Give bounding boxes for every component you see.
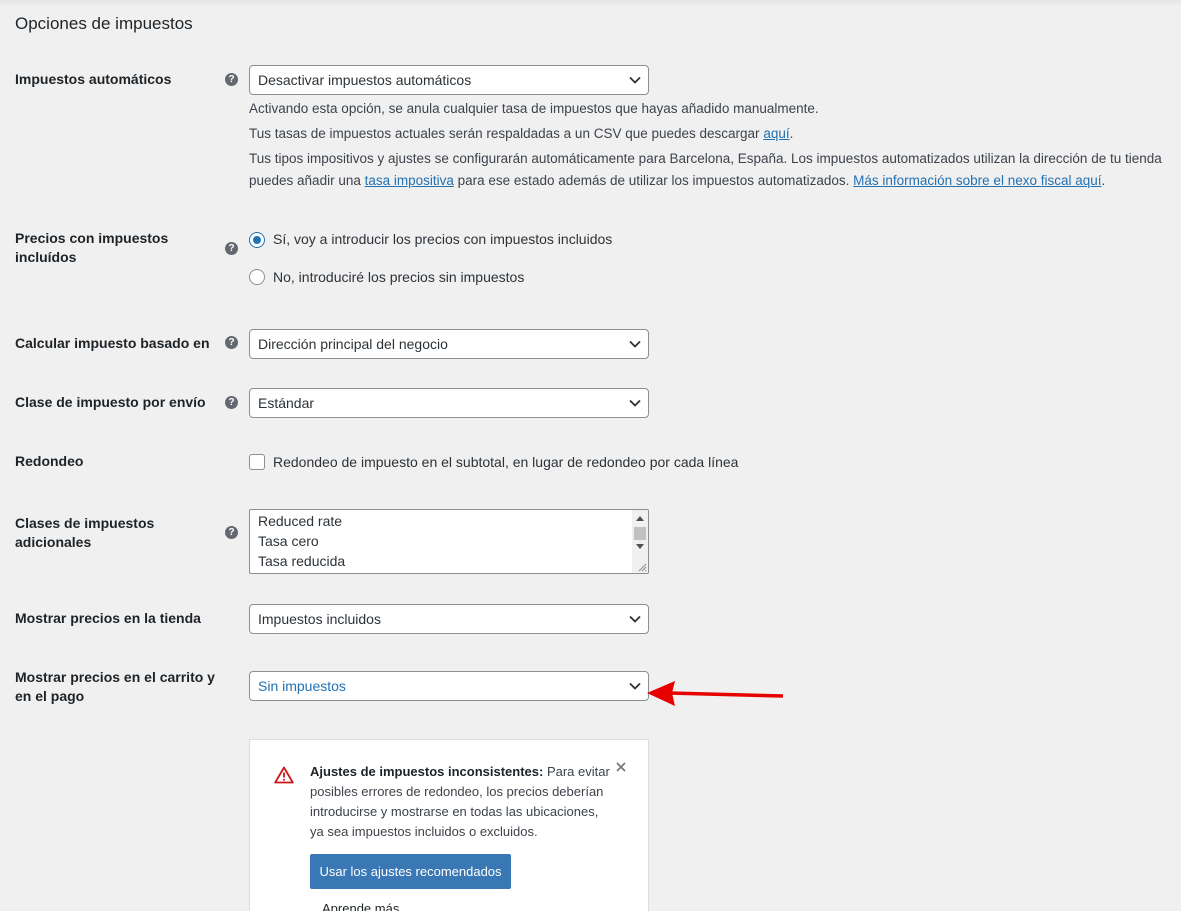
display-cart-prices-label: Mostrar precios en el carrito y en el pa… [15,669,215,704]
radio-prices-include-tax-yes[interactable] [249,232,265,248]
rounding-checkbox[interactable] [249,454,265,470]
chevron-down-icon [629,682,641,690]
textarea-line: Tasa reducida [258,553,346,569]
annotation-arrow-icon [647,681,784,706]
tax-rate-link[interactable]: tasa impositiva [365,173,454,188]
automatic-tax-description-1: Activando esta opción, se anula cualquie… [249,101,819,116]
display-cart-prices-select[interactable]: Sin impuestos [249,671,649,701]
desc-text: Tus tasas de impuestos actuales serán re… [249,126,764,141]
additional-tax-classes-textarea[interactable]: Reduced rate Tasa cero Tasa reducida [249,509,649,574]
shipping-tax-class-select[interactable]: Estándar [249,388,649,418]
display-shop-prices-select[interactable]: Impuestos incluidos [249,604,649,634]
radio-label-no[interactable]: No, introduciré los precios sin impuesto… [273,269,524,285]
select-value: Dirección principal del negocio [258,336,448,352]
close-icon[interactable] [614,760,628,774]
help-icon[interactable]: ? [225,73,238,86]
select-value: Desactivar impuestos automáticos [258,72,472,88]
select-value: Estándar [258,395,315,411]
tax-nexus-info-link[interactable]: Más información sobre el nexo fiscal aqu… [853,173,1101,188]
textarea-line: Tasa cero [258,533,319,549]
chevron-down-icon [629,340,641,348]
chevron-down-icon [629,399,641,407]
scroll-thumb[interactable] [634,527,646,540]
download-csv-link[interactable]: aquí [763,126,789,141]
desc-text: . [789,126,794,141]
prices-include-tax-label: Precios con impuestos incluídos [15,230,169,265]
help-icon[interactable]: ? [225,526,238,539]
help-icon[interactable]: ? [225,336,238,349]
top-shadow [0,0,1181,6]
page-title: Opciones de impuestos [15,14,193,33]
chevron-down-icon [629,615,641,623]
scroll-down-arrow-icon[interactable] [636,544,644,549]
use-recommended-settings-button[interactable]: Usar los ajustes recomendados [310,854,511,889]
rounding-label: Redondeo [15,453,84,469]
help-icon[interactable]: ? [225,242,238,255]
radio-prices-include-tax-no[interactable] [249,269,265,285]
tax-settings-page: Opciones de impuestos Impuestos automáti… [0,0,1181,911]
shipping-tax-class-label: Clase de impuesto por envío [15,394,206,410]
help-icon[interactable]: ? [225,396,238,409]
automatic-tax-select[interactable]: Desactivar impuestos automáticos [249,65,649,95]
tax-based-on-label: Calcular impuesto basado en [15,335,210,351]
desc-text: para ese estado además de utilizar los i… [453,173,854,188]
radio-label-yes[interactable]: Sí, voy a introducir los precios con imp… [273,231,612,247]
learn-more-link[interactable]: Aprende más [322,901,399,911]
automatic-tax-label: Impuestos automáticos [15,71,172,87]
automatic-tax-description-2: Tus tasas de impuestos actuales serán re… [249,123,793,145]
inconsistent-tax-settings-notice: Ajustes de impuestos inconsistentes: Par… [249,739,649,911]
desc-text: puedes añadir una [249,173,365,188]
tax-based-on-select[interactable]: Dirección principal del negocio [249,329,649,359]
notice-title: Ajustes de impuestos inconsistentes: [310,764,544,779]
warning-icon [274,766,294,784]
desc-text: . [1101,173,1106,188]
notice-text: Ajustes de impuestos inconsistentes: Par… [310,762,610,842]
chevron-down-icon [629,76,641,84]
select-value: Sin impuestos [258,678,346,694]
automatic-tax-description-4: puedes añadir una tasa impositiva para e… [249,170,1105,192]
select-value: Impuestos incluidos [258,611,381,627]
additional-tax-classes-label: Clases de impuestos adicionales [15,515,155,550]
scroll-up-arrow-icon[interactable] [636,516,644,521]
display-shop-prices-label: Mostrar precios en la tienda [15,610,201,626]
rounding-checkbox-label[interactable]: Redondeo de impuesto en el subtotal, en … [273,454,738,470]
textarea-line: Reduced rate [258,513,343,529]
automatic-tax-description-3: Tus tipos impositivos y ajustes se confi… [249,151,1162,166]
resize-grip-icon[interactable] [637,562,647,572]
